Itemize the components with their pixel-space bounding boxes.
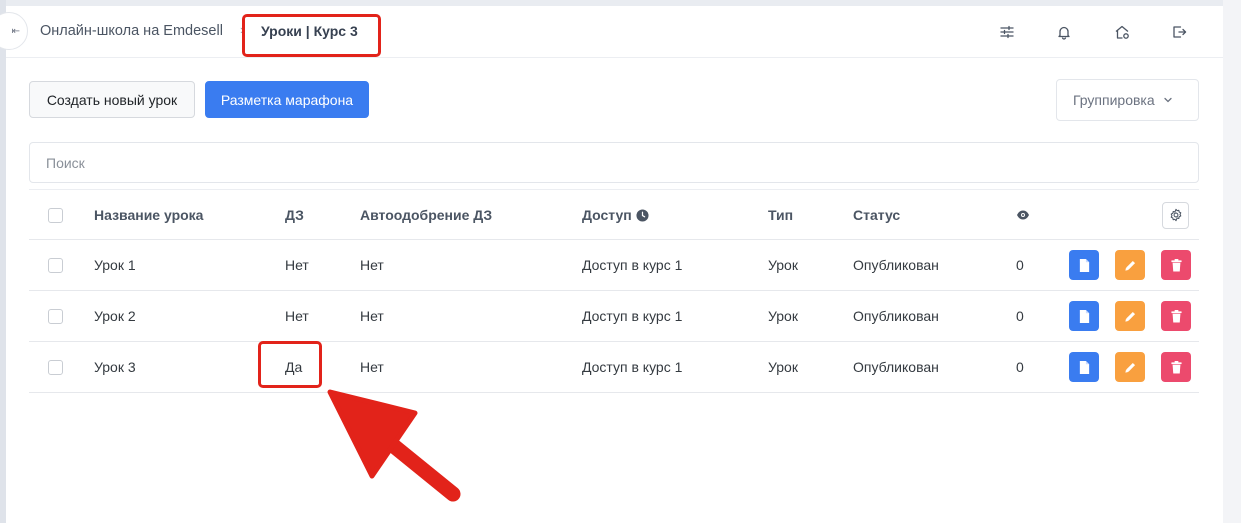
select-all-cell — [48, 190, 63, 240]
column-header-views[interactable] — [1016, 190, 1030, 240]
lesson-name[interactable]: Урок 2 — [94, 291, 136, 341]
table-row[interactable]: Урок 2 Нет Нет Доступ в курс 1 Урок Опуб… — [29, 291, 1199, 342]
breadcrumb-root[interactable]: Онлайн-школа на Emdesell — [40, 23, 223, 39]
delete-lesson-button[interactable] — [1161, 250, 1191, 280]
column-header-name[interactable]: Название урока — [94, 190, 203, 240]
notifications-button[interactable] — [1054, 22, 1074, 42]
view-lesson-button[interactable] — [1069, 301, 1099, 331]
document-icon — [1079, 309, 1089, 323]
trash-icon — [1170, 258, 1182, 272]
grouping-label: Группировка — [1073, 92, 1155, 108]
views-count: 0 — [1016, 308, 1024, 324]
status-value: Опубликован — [853, 257, 939, 273]
gear-icon — [1170, 208, 1181, 222]
trash-icon — [1170, 309, 1182, 323]
type-value: Урок — [768, 257, 798, 273]
lesson-name[interactable]: Урок 1 — [94, 240, 136, 290]
logout-icon — [1173, 26, 1187, 38]
status-value: Опубликован — [853, 308, 939, 324]
table-header-row: Название урока ДЗ Автоодобрение ДЗ Досту… — [29, 189, 1199, 240]
lesson-name[interactable]: Урок 3 — [94, 342, 136, 392]
auto-approve-value: Нет — [360, 359, 384, 375]
row-checkbox[interactable] — [48, 308, 63, 324]
status-value: Опубликован — [853, 359, 939, 375]
view-lesson-button[interactable] — [1069, 250, 1099, 280]
document-icon — [1079, 258, 1089, 272]
column-header-status[interactable]: Статус — [853, 190, 900, 240]
row-checkbox[interactable] — [48, 359, 63, 375]
table-row[interactable]: Урок 3 Да Нет Доступ в курс 1 Урок Опубл… — [29, 342, 1199, 393]
homework-highlight-box — [258, 341, 322, 388]
views-count: 0 — [1016, 359, 1024, 375]
row-checkbox[interactable] — [48, 257, 63, 273]
eye-icon — [1017, 210, 1029, 220]
row-checkbox-cell — [48, 291, 63, 341]
filter-settings-button[interactable] — [997, 22, 1017, 42]
access-value: Доступ в курс 1 — [582, 359, 683, 375]
home-gear-icon — [1115, 25, 1129, 39]
breadcrumb-highlight-box — [242, 14, 381, 57]
marathon-layout-button[interactable]: Разметка марафона — [205, 81, 369, 118]
column-settings-cell — [1162, 190, 1189, 240]
bell-icon — [1058, 26, 1070, 40]
type-value: Урок — [768, 308, 798, 324]
delete-lesson-button[interactable] — [1161, 301, 1191, 331]
chevron-down-icon — [1163, 97, 1172, 103]
pencil-icon — [1124, 311, 1135, 322]
type-value: Урок — [768, 359, 798, 375]
delete-lesson-button[interactable] — [1161, 352, 1191, 382]
logout-button[interactable] — [1169, 22, 1189, 42]
create-lesson-button[interactable]: Создать новый урок — [29, 81, 195, 118]
column-header-access[interactable]: Доступ — [582, 190, 649, 240]
collapse-icon: ⇤ — [11, 25, 20, 37]
document-icon — [1079, 360, 1089, 374]
column-header-homework[interactable]: ДЗ — [285, 190, 304, 240]
edit-lesson-button[interactable] — [1115, 250, 1145, 280]
edit-lesson-button[interactable] — [1115, 352, 1145, 382]
access-value: Доступ в курс 1 — [582, 257, 683, 273]
homework-value: Нет — [285, 308, 309, 324]
row-checkbox-cell — [48, 342, 63, 392]
views-count: 0 — [1016, 257, 1024, 273]
column-header-access-label: Доступ — [582, 207, 632, 223]
main-page: ⇤ Онлайн-школа на Emdesell › Уроки | Кур… — [0, 6, 1223, 523]
table-row[interactable]: Урок 1 Нет Нет Доступ в курс 1 Урок Опуб… — [29, 240, 1199, 291]
scrollbar-track[interactable] — [1223, 0, 1241, 523]
column-settings-button[interactable] — [1162, 201, 1189, 229]
pencil-icon — [1124, 260, 1135, 271]
pencil-icon — [1124, 362, 1135, 373]
top-header: ⇤ Онлайн-школа на Emdesell › Уроки | Кур… — [0, 6, 1223, 58]
auto-approve-value: Нет — [360, 308, 384, 324]
column-header-auto-approve[interactable]: Автоодобрение ДЗ — [360, 190, 492, 240]
clock-icon — [636, 208, 649, 222]
collapse-sidebar-button[interactable]: ⇤ — [0, 12, 28, 50]
column-header-type[interactable]: Тип — [768, 190, 793, 240]
auto-approve-value: Нет — [360, 257, 384, 273]
search-input[interactable] — [29, 142, 1199, 183]
trash-icon — [1170, 360, 1182, 374]
select-all-checkbox[interactable] — [48, 207, 63, 223]
homework-value: Нет — [285, 257, 309, 273]
row-actions — [1069, 291, 1191, 341]
row-checkbox-cell — [48, 240, 63, 290]
lessons-table: Название урока ДЗ Автоодобрение ДЗ Досту… — [29, 189, 1199, 393]
row-actions — [1069, 240, 1191, 290]
access-value: Доступ в курс 1 — [582, 308, 683, 324]
school-settings-button[interactable] — [1112, 22, 1132, 42]
edit-lesson-button[interactable] — [1115, 301, 1145, 331]
sliders-icon — [1000, 25, 1014, 39]
grouping-select[interactable]: Группировка — [1056, 79, 1199, 121]
row-actions — [1069, 342, 1191, 392]
view-lesson-button[interactable] — [1069, 352, 1099, 382]
